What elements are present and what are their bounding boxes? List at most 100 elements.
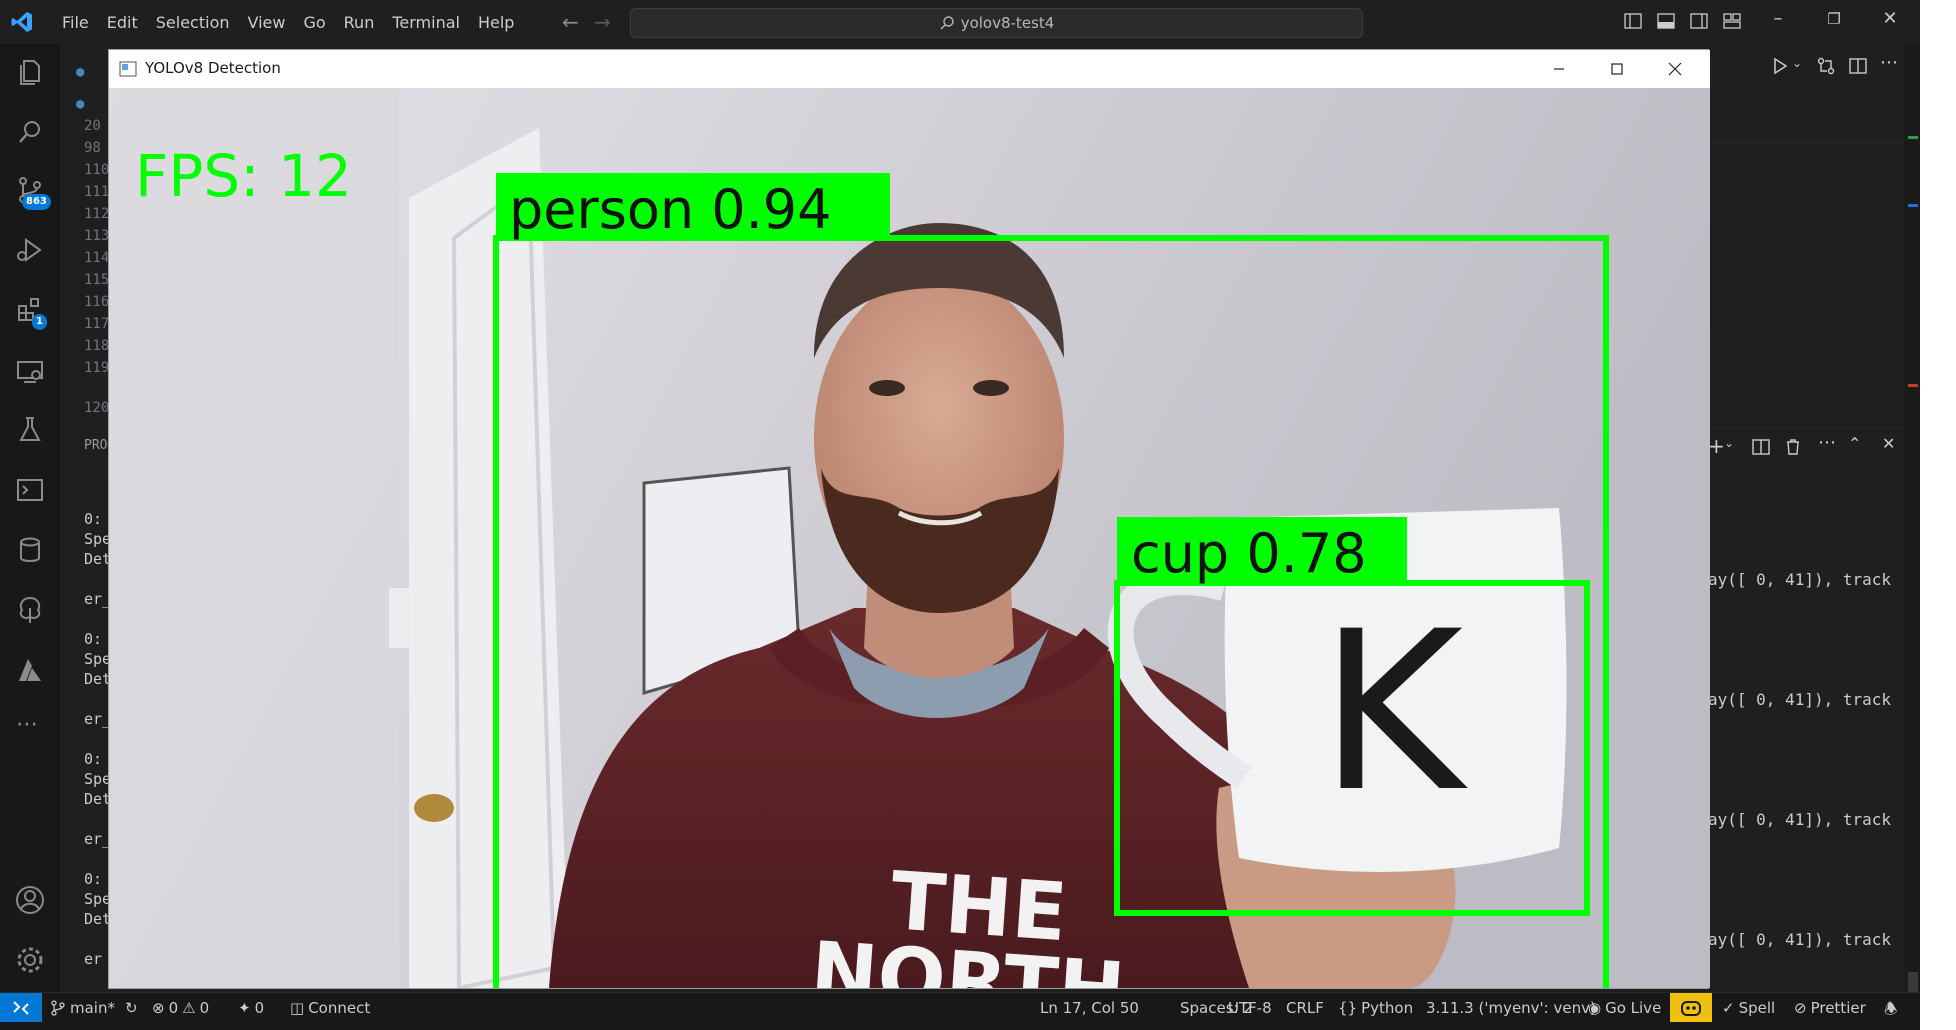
- new-terminal-icon[interactable]: +: [1708, 434, 1725, 458]
- remote-explorer-icon[interactable]: [14, 356, 46, 388]
- go-live-button[interactable]: ◉ Go Live: [1588, 999, 1661, 1017]
- maximize-icon[interactable]: [1595, 56, 1639, 82]
- go-live-label: Go Live: [1605, 999, 1662, 1017]
- menu-bar: File Edit Selection View Go Run Terminal…: [53, 0, 523, 44]
- line-ending-text: CRLF: [1286, 999, 1324, 1017]
- status-bar: main* ↻ ⊗ 0 ⚠ 0 ✦ 0 ◫ Connect Ln 17, Col…: [0, 992, 1920, 1023]
- command-center-search[interactable]: yolov8-test4: [630, 8, 1363, 38]
- extensions-badge: 1: [32, 314, 47, 330]
- files-icon[interactable]: [14, 56, 46, 88]
- split-editor-icon[interactable]: [1848, 56, 1868, 76]
- line-number: 111: [84, 184, 110, 200]
- terminal-icon[interactable]: [14, 474, 46, 506]
- language-mode[interactable]: {} Python: [1338, 999, 1413, 1017]
- line-number: 113: [84, 228, 110, 244]
- menu-edit[interactable]: Edit: [98, 13, 147, 32]
- testing-icon[interactable]: [14, 414, 46, 446]
- branch-indicator[interactable]: main* ↻: [50, 999, 138, 1017]
- cup-label: cup 0.78: [1131, 522, 1367, 585]
- customize-layout-icon[interactable]: [1723, 12, 1741, 30]
- spell-check-button[interactable]: ✓ Spell: [1722, 999, 1775, 1017]
- more-actions-icon[interactable]: ⋯: [1818, 432, 1836, 453]
- encoding[interactable]: UTF-8: [1228, 999, 1272, 1017]
- terminal-line: ay([ 0, 41]), track: [1708, 570, 1892, 589]
- notifications-bell-icon[interactable]: 🕭: [1884, 999, 1897, 1024]
- line-number: 117: [84, 316, 110, 332]
- desktop-edge: [1920, 0, 1956, 1030]
- line-number: 98: [84, 140, 101, 156]
- settings-gear-icon[interactable]: [14, 944, 46, 976]
- terminal-line: ay([ 0, 41]), track: [1708, 810, 1892, 829]
- line-ending[interactable]: CRLF: [1286, 999, 1324, 1017]
- more-icon[interactable]: ⋯: [16, 712, 38, 737]
- remote-button[interactable]: [0, 993, 42, 1023]
- restore-window-icon[interactable]: ❐: [1814, 10, 1854, 28]
- broadcast-icon: ◉: [1588, 999, 1602, 1017]
- connect-button[interactable]: ◫ Connect: [290, 999, 370, 1017]
- copilot-button[interactable]: [1670, 993, 1712, 1023]
- terminal-line: ay([ 0, 41]), track: [1708, 690, 1892, 709]
- close-icon[interactable]: [1653, 56, 1697, 82]
- back-arrow-icon[interactable]: ←: [562, 10, 579, 34]
- radio-tower-icon: ✦: [238, 999, 251, 1017]
- menu-help[interactable]: Help: [469, 13, 523, 32]
- ports-indicator[interactable]: ✦ 0: [238, 999, 264, 1017]
- person-label: person 0.94: [509, 178, 832, 241]
- cv-window-titlebar[interactable]: YOLOv8 Detection: [109, 50, 1710, 88]
- command-center-text: yolov8-test4: [960, 14, 1055, 32]
- menu-go[interactable]: Go: [294, 13, 334, 32]
- spell-label: Spell: [1738, 999, 1776, 1017]
- search-icon[interactable]: [14, 116, 46, 148]
- menu-file[interactable]: File: [53, 13, 98, 32]
- panel-tab-label[interactable]: PRO: [84, 438, 107, 453]
- menu-run[interactable]: Run: [335, 13, 384, 32]
- toggle-primary-sidebar-icon[interactable]: [1624, 12, 1642, 30]
- toggle-panel-icon[interactable]: [1657, 12, 1675, 30]
- activity-bar: 863 1 ⋯: [0, 44, 60, 992]
- chevron-down-icon[interactable]: ⌄: [1724, 436, 1734, 450]
- more-actions-icon[interactable]: ⋯: [1880, 52, 1898, 73]
- line-number: 112: [84, 206, 110, 222]
- maximize-panel-icon[interactable]: ⌃: [1848, 434, 1861, 453]
- database-icon[interactable]: [14, 534, 46, 566]
- chevron-down-icon[interactable]: ⌄: [1792, 56, 1802, 70]
- line-number: 120: [84, 400, 110, 416]
- editor-right-region: ⌄ ⋯ + ⌄ ⋯ ⌃ ✕: [1708, 44, 1920, 992]
- run-python-icon[interactable]: [1770, 56, 1790, 76]
- webcam-frame: THE NORTH K person 0.94 cup 0.78 FPS: 12: [109, 88, 1710, 988]
- terminal-line: 0:: [84, 870, 103, 888]
- source-control-badge: 863: [22, 194, 51, 210]
- compare-changes-icon[interactable]: [1816, 56, 1836, 76]
- remote-icon: [13, 1001, 29, 1015]
- line-number: 119: [84, 360, 110, 376]
- scrollbar[interactable]: [1904, 44, 1920, 1002]
- minimize-window-icon[interactable]: –: [1758, 8, 1798, 29]
- forward-arrow-icon[interactable]: →: [594, 10, 611, 34]
- encoding-text: UTF-8: [1228, 999, 1272, 1017]
- menu-view[interactable]: View: [239, 13, 295, 32]
- run-debug-icon[interactable]: [14, 234, 46, 266]
- line-number: 115: [84, 272, 110, 288]
- trash-icon[interactable]: [1784, 438, 1802, 456]
- menu-terminal[interactable]: Terminal: [383, 13, 469, 32]
- minimize-icon[interactable]: [1537, 56, 1581, 82]
- braces-icon: {}: [1338, 999, 1358, 1017]
- prettier-button[interactable]: ⊘ Prettier: [1794, 999, 1866, 1017]
- door-knob: [414, 794, 454, 822]
- split-terminal-icon[interactable]: [1752, 438, 1770, 456]
- python-interpreter[interactable]: 3.11.3 ('myenv': venv): [1426, 999, 1596, 1017]
- cv-window-title: YOLOv8 Detection: [145, 59, 281, 77]
- tree-icon[interactable]: [14, 594, 46, 626]
- toggle-secondary-sidebar-icon[interactable]: [1690, 12, 1708, 30]
- close-window-icon[interactable]: ✕: [1870, 8, 1910, 29]
- menu-selection[interactable]: Selection: [147, 13, 239, 32]
- close-panel-icon[interactable]: ✕: [1882, 434, 1895, 453]
- problems-indicator[interactable]: ⊗ 0 ⚠ 0: [152, 999, 209, 1017]
- sync-icon[interactable]: ↻: [125, 999, 138, 1017]
- azure-icon[interactable]: [14, 654, 46, 686]
- cursor-position[interactable]: Ln 17, Col 50: [1040, 999, 1139, 1017]
- account-icon[interactable]: [14, 884, 46, 916]
- search-icon: [940, 16, 954, 30]
- python-file-icon: ●: [76, 96, 85, 112]
- yolo-detection-window[interactable]: YOLOv8 Detection THE NORTH K person 0.94…: [108, 49, 1710, 989]
